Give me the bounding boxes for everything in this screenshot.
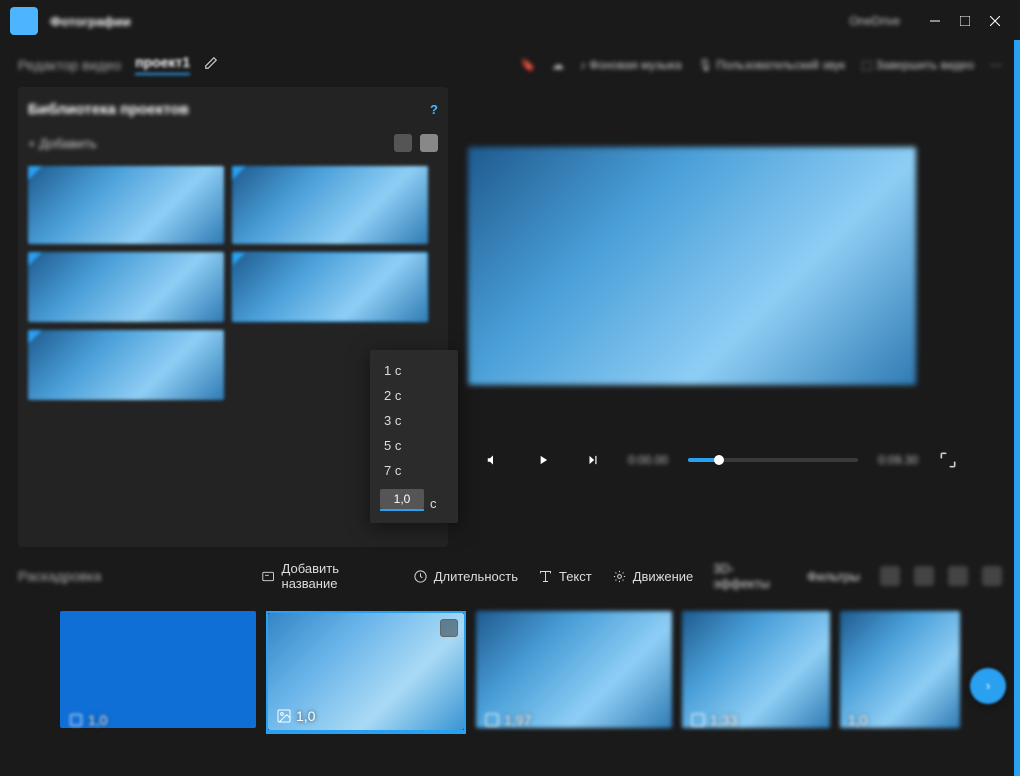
- view-list-icon[interactable]: [420, 134, 438, 152]
- clip-duration: 1,0: [88, 712, 107, 728]
- library-help-icon[interactable]: ?: [430, 102, 438, 117]
- menu-bg-music[interactable]: ♪ Фоновая музыка: [580, 58, 682, 72]
- storyboard-label: Раскадровка: [18, 568, 101, 584]
- duration-option[interactable]: 2 с: [370, 383, 458, 408]
- motion-button[interactable]: Движение: [612, 569, 694, 584]
- right-accent: [1014, 40, 1020, 776]
- duration-unit-label: с: [430, 496, 437, 511]
- fullscreen-icon[interactable]: [938, 450, 958, 470]
- library-title: Библиотека проектов: [28, 101, 189, 118]
- add-media-button[interactable]: + Добавить: [28, 136, 97, 151]
- add-title-button[interactable]: Добавить название: [261, 561, 392, 591]
- toolbar-cloud-icon[interactable]: ☁: [552, 58, 564, 72]
- duration-option[interactable]: 7 с: [370, 458, 458, 483]
- clip-duration: 1,33: [710, 712, 737, 728]
- project-name[interactable]: проект1: [135, 54, 190, 75]
- time-total: 0:09.30: [878, 453, 918, 467]
- text-button[interactable]: Текст: [538, 569, 592, 584]
- timeline-clip[interactable]: 1,0: [60, 611, 256, 734]
- close-button[interactable]: [980, 6, 1010, 36]
- play-button[interactable]: [528, 445, 558, 475]
- timeline-icon-2[interactable]: [914, 566, 934, 586]
- library-thumb[interactable]: [28, 166, 224, 244]
- video-preview: [468, 147, 916, 385]
- more-menu-icon[interactable]: ⋯: [990, 58, 1002, 72]
- seek-bar[interactable]: [688, 458, 858, 462]
- filters-button[interactable]: Фильтры: [807, 569, 860, 584]
- toolbar-bookmark-icon[interactable]: 🔖: [521, 58, 536, 72]
- duration-context-menu: 1 с 2 с 3 с 5 с 7 с с: [370, 350, 458, 523]
- library-thumb-selected[interactable]: [232, 252, 428, 322]
- audio-button[interactable]: [478, 445, 508, 475]
- timeline-icon-3[interactable]: [948, 566, 968, 586]
- maximize-button[interactable]: [950, 6, 980, 36]
- app-logo: [10, 7, 38, 35]
- editor-label: Редактор видео: [18, 57, 121, 73]
- edit-name-icon[interactable]: [204, 56, 218, 73]
- library-thumb[interactable]: [28, 330, 224, 400]
- clip-checkbox[interactable]: [440, 619, 458, 637]
- next-frame-button[interactable]: [578, 445, 608, 475]
- timeline-icon-1[interactable]: [880, 566, 900, 586]
- clip-duration: 1,97: [504, 712, 531, 728]
- timeline-clip[interactable]: 1,33: [682, 611, 830, 734]
- menu-custom-audio[interactable]: 🎙 Пользовательский звук: [698, 58, 845, 72]
- duration-option[interactable]: 1 с: [370, 358, 458, 383]
- duration-option[interactable]: 3 с: [370, 408, 458, 433]
- duration-custom-input[interactable]: [380, 489, 424, 509]
- timeline-clip-selected[interactable]: 1,0: [266, 611, 466, 734]
- menu-finish-video[interactable]: ⬚ Завершить видео: [861, 58, 974, 72]
- timeline-scroll-right[interactable]: ›: [970, 668, 1006, 704]
- timeline-more-icon[interactable]: [982, 566, 1002, 586]
- library-thumb[interactable]: [232, 166, 428, 244]
- time-current: 0:00.00: [628, 453, 668, 467]
- clip-duration: 1,0: [848, 712, 867, 728]
- timeline-clip[interactable]: 1,97: [476, 611, 672, 734]
- minimize-button[interactable]: [920, 6, 950, 36]
- library-thumb[interactable]: [28, 252, 224, 322]
- app-name: Фотографии: [50, 14, 131, 29]
- timeline-clip[interactable]: 1,0: [840, 611, 960, 734]
- onedrive-status[interactable]: OneDrive: [849, 14, 900, 28]
- 3d-effects-button[interactable]: 3D-эффекты: [713, 561, 787, 591]
- duration-option[interactable]: 5 с: [370, 433, 458, 458]
- view-grid-icon[interactable]: [394, 134, 412, 152]
- clip-duration: 1,0: [296, 708, 315, 724]
- duration-button[interactable]: Длительность: [413, 569, 518, 584]
